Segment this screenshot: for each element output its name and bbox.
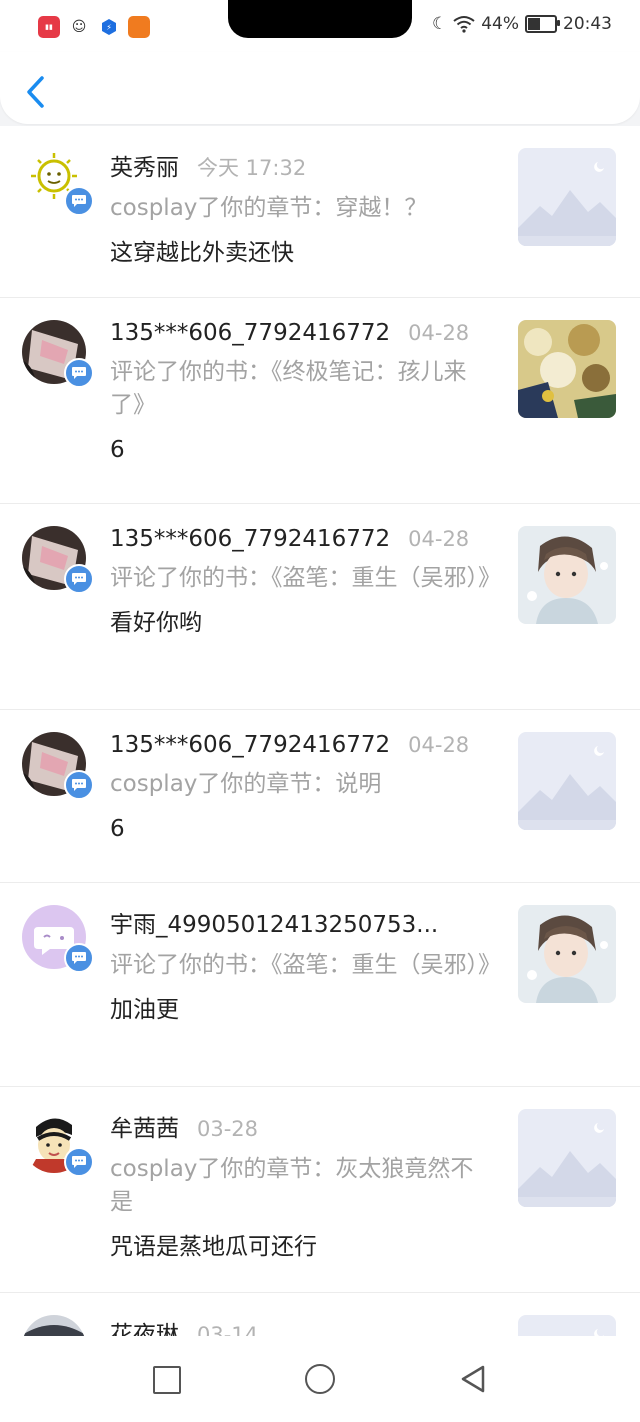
user-name[interactable]: 135***606_7792416772: [110, 320, 390, 346]
action-text: 评论了你的书：《盗笔：重生（吴邪）》: [110, 952, 501, 978]
list-item[interactable]: 牟茜茜 03-28 cosplay了你的章节：灰太狼竟然不是 咒语是蒸地瓜可还行: [0, 1087, 640, 1293]
avatar-wrap: [22, 526, 94, 594]
action-text: cosplay了你的章节：说明: [110, 771, 382, 797]
app-face-icon: ☺: [68, 16, 90, 38]
item-header: 宇雨_49905012413250753...: [110, 905, 490, 939]
timestamp: 04-28: [408, 733, 470, 757]
avatar-wrap: [22, 732, 94, 800]
message-badge-icon: [64, 564, 94, 594]
placeholder-thumbnail[interactable]: [518, 1109, 616, 1207]
item-content: 135***606_7792416772 04-28 评论了你的书：《终极笔记：…: [110, 320, 490, 466]
book-cover-thumbnail[interactable]: [518, 905, 616, 1003]
item-content: 135***606_7792416772 04-28 评论了你的书：《盗笔：重生…: [110, 526, 501, 639]
placeholder-thumbnail[interactable]: [518, 732, 616, 830]
message-badge-icon: [64, 1147, 94, 1177]
item-header: 牟茜茜 03-28: [110, 1109, 490, 1143]
message-badge-icon: [64, 943, 94, 973]
timestamp: 03-28: [197, 1117, 259, 1141]
avatar-wrap: [22, 148, 94, 216]
header: [0, 52, 640, 124]
recents-square-icon[interactable]: [153, 1366, 181, 1394]
placeholder-thumbnail[interactable]: [518, 1315, 616, 1336]
message-badge-icon: [64, 358, 94, 388]
item-header: 135***606_7792416772 04-28: [110, 732, 490, 758]
action-text: cosplay了你的章节：穿越！？: [110, 195, 428, 221]
back-triangle-icon[interactable]: [460, 1364, 486, 1394]
comment-text: 这穿越比外卖还快: [110, 240, 294, 266]
system-nav-bar: [0, 1336, 640, 1422]
user-name[interactable]: 牟茜茜: [110, 1109, 179, 1143]
item-header: 135***606_7792416772 04-28: [110, 526, 490, 552]
message-badge-icon: [64, 770, 94, 800]
list-item[interactable]: 英秀丽 今天 17:32 cosplay了你的章节：穿越！？ 这穿越比外卖还快: [0, 126, 640, 298]
home-circle-icon[interactable]: [305, 1364, 335, 1394]
item-content: 花夜琳 03-14: [110, 1315, 490, 1336]
chevron-left-icon[interactable]: [24, 74, 48, 110]
comment-text: 加油更: [110, 997, 179, 1023]
item-content: 宇雨_49905012413250753... 评论了你的书：《盗笔：重生（吴邪…: [110, 905, 501, 1026]
timestamp: 04-28: [408, 321, 470, 345]
avatar-wrap: [22, 1109, 94, 1177]
item-header: 花夜琳 03-14: [110, 1315, 490, 1336]
battery-percent: 44%: [481, 14, 519, 34]
list-item[interactable]: 135***606_7792416772 04-28 cosplay了你的章节：…: [0, 710, 640, 883]
action-text: 评论了你的书：《盗笔：重生（吴邪）》: [110, 565, 501, 591]
message-badge-icon: [64, 186, 94, 216]
user-name[interactable]: 花夜琳: [110, 1315, 179, 1336]
user-name[interactable]: 英秀丽: [110, 148, 179, 182]
action-text: 评论了你的书：《终极笔记：孩儿来了》: [110, 359, 467, 418]
comment-text: 6: [110, 816, 125, 842]
timestamp: 04-28: [408, 527, 470, 551]
user-name[interactable]: 135***606_7792416772: [110, 526, 390, 552]
list-item[interactable]: 宇雨_49905012413250753... 评论了你的书：《盗笔：重生（吴邪…: [0, 883, 640, 1087]
user-name[interactable]: 135***606_7792416772: [110, 732, 390, 758]
comment-text: 看好你哟: [110, 610, 202, 636]
placeholder-thumbnail[interactable]: [518, 148, 616, 246]
item-content: 135***606_7792416772 04-28 cosplay了你的章节：…: [110, 732, 490, 845]
item-content: 英秀丽 今天 17:32 cosplay了你的章节：穿越！？ 这穿越比外卖还快: [110, 148, 490, 269]
app-orange-icon: [128, 16, 150, 38]
status-right: ☾ 44% 20:43: [432, 14, 612, 34]
avatar-wrap: [22, 1315, 88, 1336]
timestamp: 03-14: [197, 1323, 259, 1336]
app-blue-icon: ⚡: [98, 16, 120, 38]
action-text: cosplay了你的章节：灰太狼竟然不是: [110, 1156, 474, 1215]
item-header: 英秀丽 今天 17:32: [110, 148, 490, 182]
list-item[interactable]: 花夜琳 03-14: [0, 1293, 640, 1336]
app-red-icon: ▮▮: [38, 16, 60, 38]
svg-text:⚡: ⚡: [106, 23, 112, 32]
comment-text: 咒语是蒸地瓜可还行: [110, 1234, 317, 1260]
wifi-icon: [453, 16, 475, 33]
avatar-wrap: [22, 905, 94, 973]
timestamp: 今天 17:32: [197, 156, 307, 180]
book-cover-thumbnail[interactable]: [518, 526, 616, 624]
item-content: 牟茜茜 03-28 cosplay了你的章节：灰太狼竟然不是 咒语是蒸地瓜可还行: [110, 1109, 490, 1263]
status-bar: ▮▮ ☺ ⚡ ☾ 44% 20:43: [0, 0, 640, 52]
clock: 20:43: [563, 14, 612, 34]
avatar[interactable]: [22, 1315, 86, 1336]
battery-icon: [525, 15, 560, 33]
moon-icon: ☾: [431, 14, 448, 34]
book-cover-thumbnail[interactable]: [518, 320, 616, 418]
list-item[interactable]: 135***606_7792416772 04-28 评论了你的书：《终极笔记：…: [0, 298, 640, 504]
comment-text: 6: [110, 437, 125, 463]
notification-list: 英秀丽 今天 17:32 cosplay了你的章节：穿越！？ 这穿越比外卖还快: [0, 126, 640, 1336]
item-header: 135***606_7792416772 04-28: [110, 320, 490, 346]
user-name[interactable]: 宇雨_49905012413250753...: [110, 905, 438, 939]
notification-apps: ▮▮ ☺ ⚡: [38, 16, 150, 38]
camera-notch: [228, 0, 412, 38]
list-item[interactable]: 135***606_7792416772 04-28 评论了你的书：《盗笔：重生…: [0, 504, 640, 710]
avatar-wrap: [22, 320, 94, 388]
